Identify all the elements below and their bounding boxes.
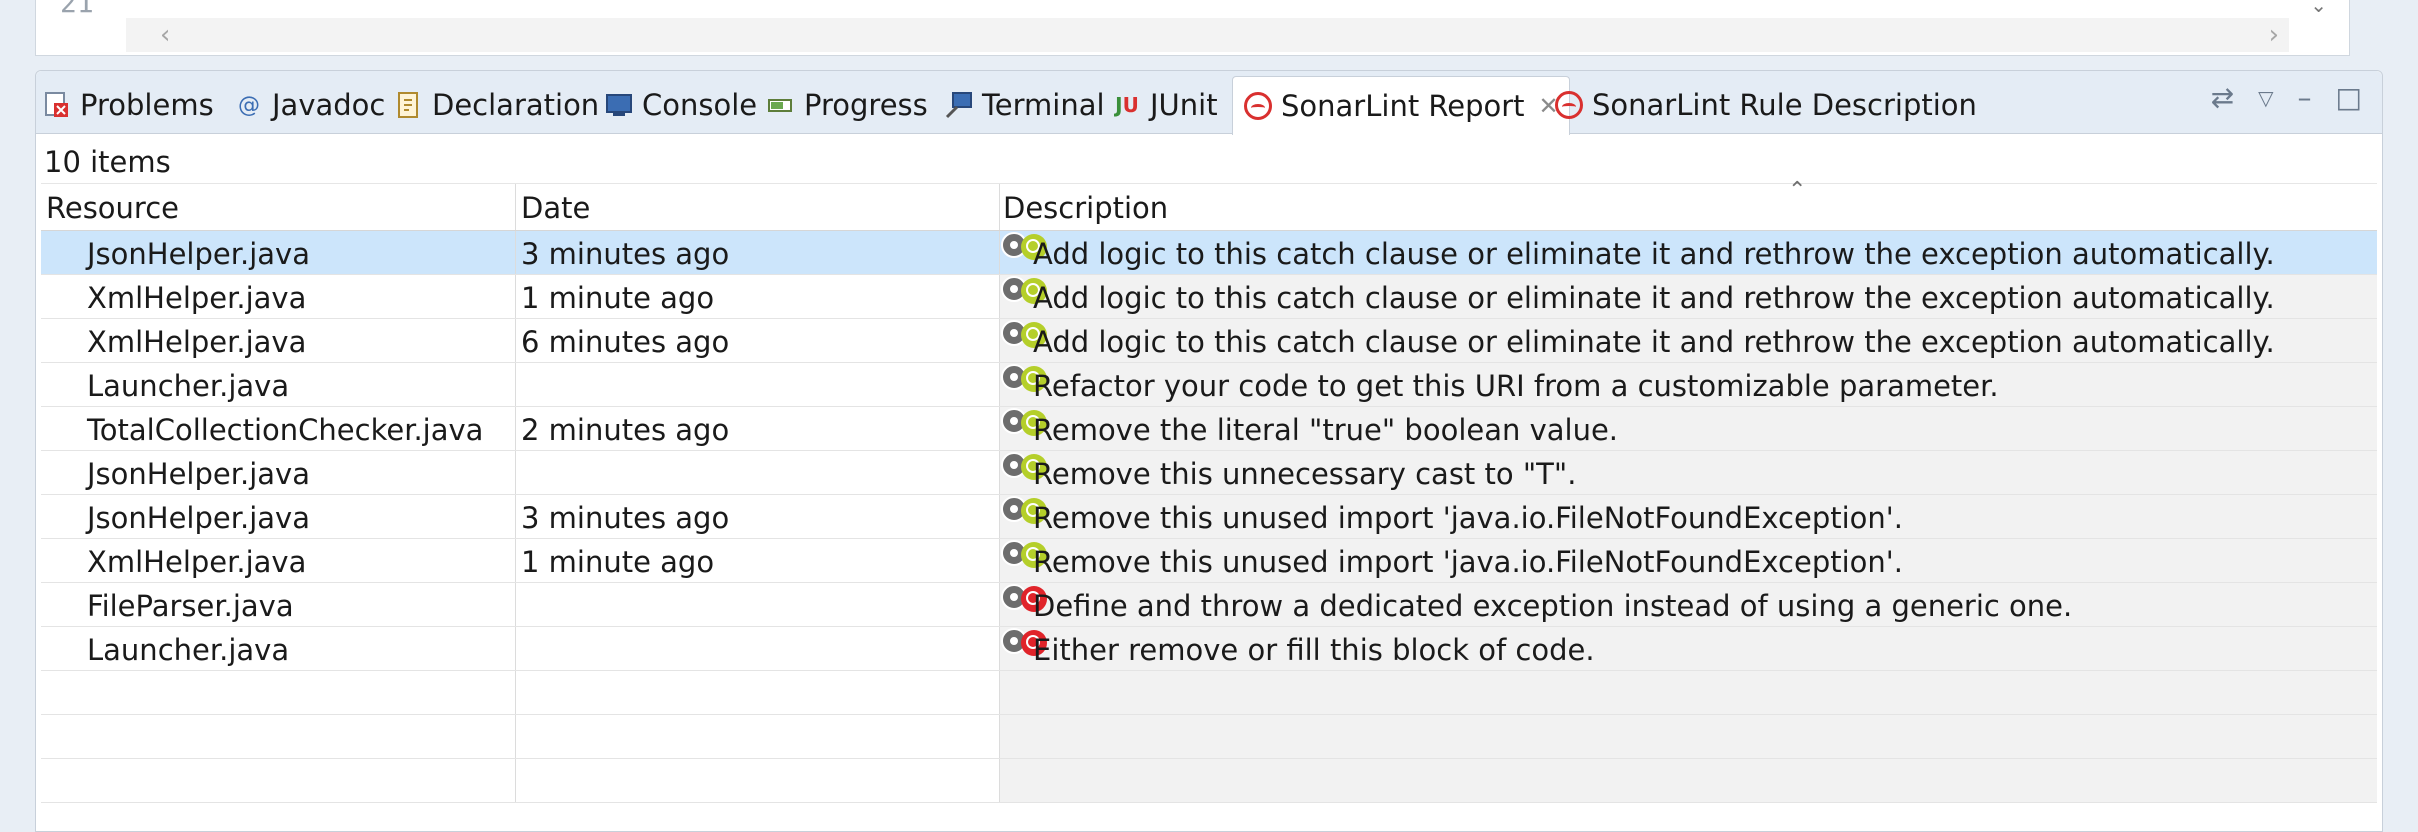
date-cell: 3 minutes ago (521, 501, 730, 535)
tab-label: JUnit (1150, 88, 1218, 122)
tab-junit[interactable]: JU JUnit (1112, 77, 1218, 133)
progress-icon (766, 90, 796, 120)
resource-cell: JsonHelper.java (87, 457, 310, 491)
column-header-description[interactable]: Description (1003, 184, 1168, 230)
resource-cell: XmlHelper.java (87, 325, 307, 359)
scroll-down-icon[interactable]: ⌄ (2310, 0, 2327, 15)
date-cell: 3 minutes ago (521, 237, 730, 271)
description-cell: Add logic to this catch clause or elimin… (1033, 325, 2275, 359)
view-menu-icon[interactable]: ▽ (2258, 83, 2273, 113)
editor-area: 21 ‹ › ⌄ (35, 0, 2350, 56)
scroll-right-icon[interactable]: › (2269, 18, 2279, 52)
views-panel: Problems @ Javadoc Declaration Console P… (35, 70, 2383, 832)
tab-label: SonarLint Report (1281, 89, 1525, 123)
description-cell: Define and throw a dedicated exception i… (1033, 589, 2073, 623)
tab-progress[interactable]: Progress (766, 77, 928, 133)
column-header-resource[interactable]: Resource (46, 184, 179, 230)
table-row[interactable]: JsonHelper.java 3 minutes ago Remove this … (41, 495, 2377, 539)
description-cell: Remove this unnecessary cast to "T". (1033, 457, 1577, 491)
date-cell: 1 minute ago (521, 281, 715, 315)
sonarlint-icon (1243, 91, 1273, 121)
date-cell: 1 minute ago (521, 545, 715, 579)
description-cell: Add logic to this catch clause or elimin… (1033, 281, 2275, 315)
tab-javadoc[interactable]: @ Javadoc (234, 77, 385, 133)
console-icon (604, 90, 634, 120)
date-cell: 6 minutes ago (521, 325, 730, 359)
tab-label: Terminal (982, 88, 1105, 122)
description-cell: Add logic to this catch clause or elimin… (1033, 237, 2275, 271)
terminal-icon (944, 90, 974, 120)
table-row[interactable]: XmlHelper.java 6 minutes ago Add logic to … (41, 319, 2377, 363)
junit-icon: JU (1115, 93, 1139, 117)
line-number: 21 (60, 0, 94, 19)
empty-row (41, 759, 2377, 803)
table-row[interactable]: Launcher.java Either remove or fill this … (41, 627, 2377, 671)
tab-label: SonarLint Rule Description (1592, 88, 1977, 122)
tab-sonarlint-rule-description[interactable]: SonarLint Rule Description (1554, 77, 1977, 133)
tab-label: Declaration (432, 88, 600, 122)
tab-console[interactable]: Console (604, 77, 757, 133)
tab-terminal[interactable]: Terminal (944, 77, 1105, 133)
tab-problems[interactable]: Problems (42, 77, 214, 133)
date-cell: 2 minutes ago (521, 413, 730, 447)
view-tab-bar: Problems @ Javadoc Declaration Console P… (36, 71, 2382, 135)
description-cell: Refactor your code to get this URI from … (1033, 369, 1999, 403)
problems-icon (42, 90, 72, 120)
tab-sonarlint-report[interactable]: SonarLint Report ✕ (1232, 76, 1570, 135)
description-cell: Remove the literal "true" boolean value. (1033, 413, 1619, 447)
table-header: Resource Date Description ⌃ (41, 178, 2377, 231)
resource-cell: XmlHelper.java (87, 545, 307, 579)
resource-cell: Launcher.java (87, 633, 290, 667)
description-cell: Either remove or fill this block of code… (1033, 633, 1595, 667)
tab-declaration[interactable]: Declaration (394, 77, 599, 133)
sonarlint-icon (1554, 90, 1584, 120)
table-row[interactable]: FileParser.java Define and throw a dedica… (41, 583, 2377, 627)
table-row[interactable]: TotalCollectionChecker.java 2 minutes ago… (41, 407, 2377, 451)
resource-cell: JsonHelper.java (87, 237, 310, 271)
table-row[interactable]: Launcher.java Refactor your code to get t… (41, 363, 2377, 407)
resource-cell: Launcher.java (87, 369, 290, 403)
javadoc-icon: @ (238, 92, 260, 118)
table-row[interactable]: JsonHelper.java Remove this unnecessary c… (41, 451, 2377, 495)
table-row[interactable]: XmlHelper.java 1 minute ago Remove this un… (41, 539, 2377, 583)
description-cell: Remove this unused import 'java.io.FileN… (1033, 545, 1903, 579)
declaration-icon (394, 90, 424, 120)
report-table: Resource Date Description ⌃ JsonHelper.j… (41, 178, 2377, 803)
minimize-icon[interactable]: – (2298, 83, 2312, 113)
resource-cell: TotalCollectionChecker.java (87, 413, 484, 447)
link-with-editor-icon[interactable]: ⇄ (2211, 83, 2234, 113)
tab-label: Console (642, 88, 758, 122)
items-count: 10 items (44, 145, 171, 179)
empty-row (41, 715, 2377, 759)
resource-cell: JsonHelper.java (87, 501, 310, 535)
table-row[interactable]: XmlHelper.java 1 minute ago Add logic to t… (41, 275, 2377, 319)
maximize-icon[interactable]: □ (2336, 83, 2362, 113)
horizontal-scrollbar[interactable]: ‹ › (126, 18, 2289, 52)
description-cell: Remove this unused import 'java.io.FileN… (1033, 501, 1903, 535)
tab-label: Javadoc (272, 88, 386, 122)
column-header-date[interactable]: Date (521, 184, 590, 230)
scroll-left-icon[interactable]: ‹ (160, 18, 170, 52)
empty-row (41, 671, 2377, 715)
table-body: JsonHelper.java 3 minutes ago Add logic to… (41, 231, 2377, 671)
sort-ascending-icon: ⌃ (1788, 178, 1807, 203)
view-toolbar: ⇄ ▽ – □ (2211, 83, 2362, 113)
resource-cell: FileParser.java (87, 589, 294, 623)
tab-label: Problems (80, 88, 214, 122)
table-row[interactable]: JsonHelper.java 3 minutes ago Add logic to… (41, 231, 2377, 275)
resource-cell: XmlHelper.java (87, 281, 307, 315)
tab-label: Progress (804, 88, 928, 122)
